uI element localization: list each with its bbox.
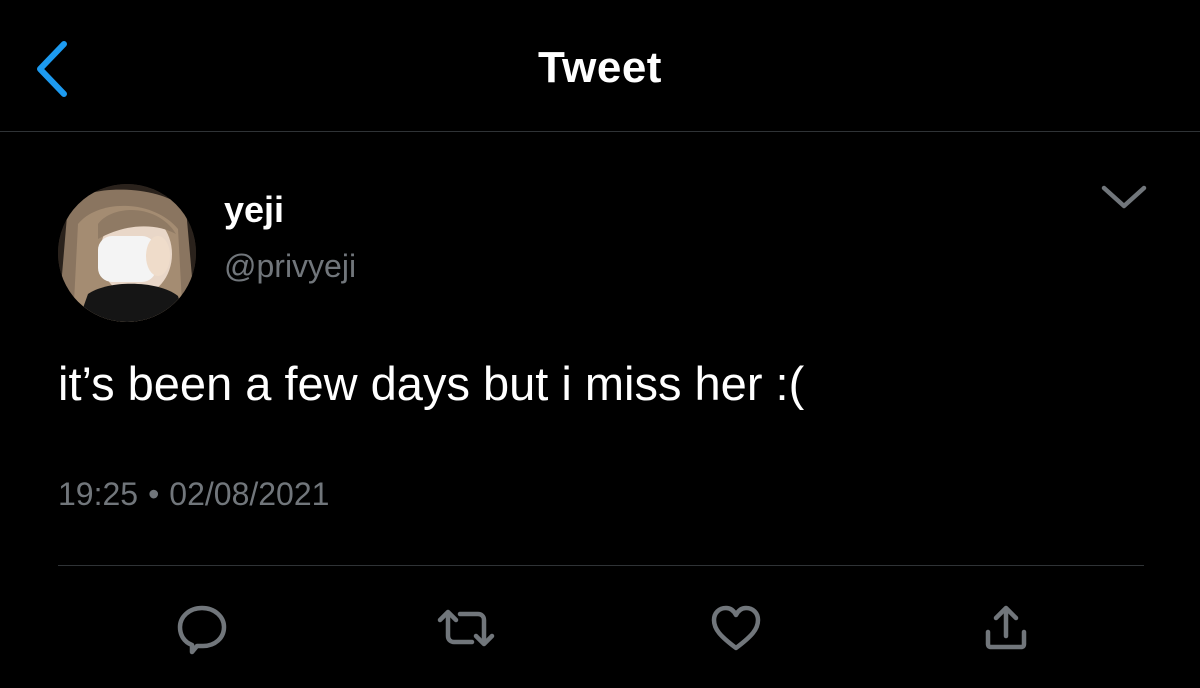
author-display-name[interactable]: yeji xyxy=(224,188,284,232)
tweet-date: 02/08/2021 xyxy=(169,476,330,512)
tweet-timestamp: 19:25 • 02/08/2021 xyxy=(58,472,329,516)
avatar[interactable] xyxy=(58,184,196,322)
page-title: Tweet xyxy=(538,43,662,92)
share-button[interactable] xyxy=(974,600,1038,658)
divider xyxy=(58,565,1144,566)
meta-separator: • xyxy=(148,476,160,512)
reply-button[interactable] xyxy=(170,600,234,658)
like-button[interactable] xyxy=(704,600,768,658)
share-icon xyxy=(985,605,1027,650)
retweet-icon xyxy=(437,609,495,647)
tweet-text: it’s been a few days but i miss her :( xyxy=(58,357,805,410)
top-bar: Tweet xyxy=(0,0,1200,132)
chevron-down-icon xyxy=(1101,185,1147,209)
more-options-button[interactable] xyxy=(1092,174,1156,224)
reply-icon xyxy=(177,605,227,655)
retweet-button[interactable] xyxy=(434,600,498,658)
author-handle[interactable]: @privyeji xyxy=(224,246,356,286)
tweet-time: 19:25 xyxy=(58,476,139,512)
like-icon xyxy=(711,605,761,651)
